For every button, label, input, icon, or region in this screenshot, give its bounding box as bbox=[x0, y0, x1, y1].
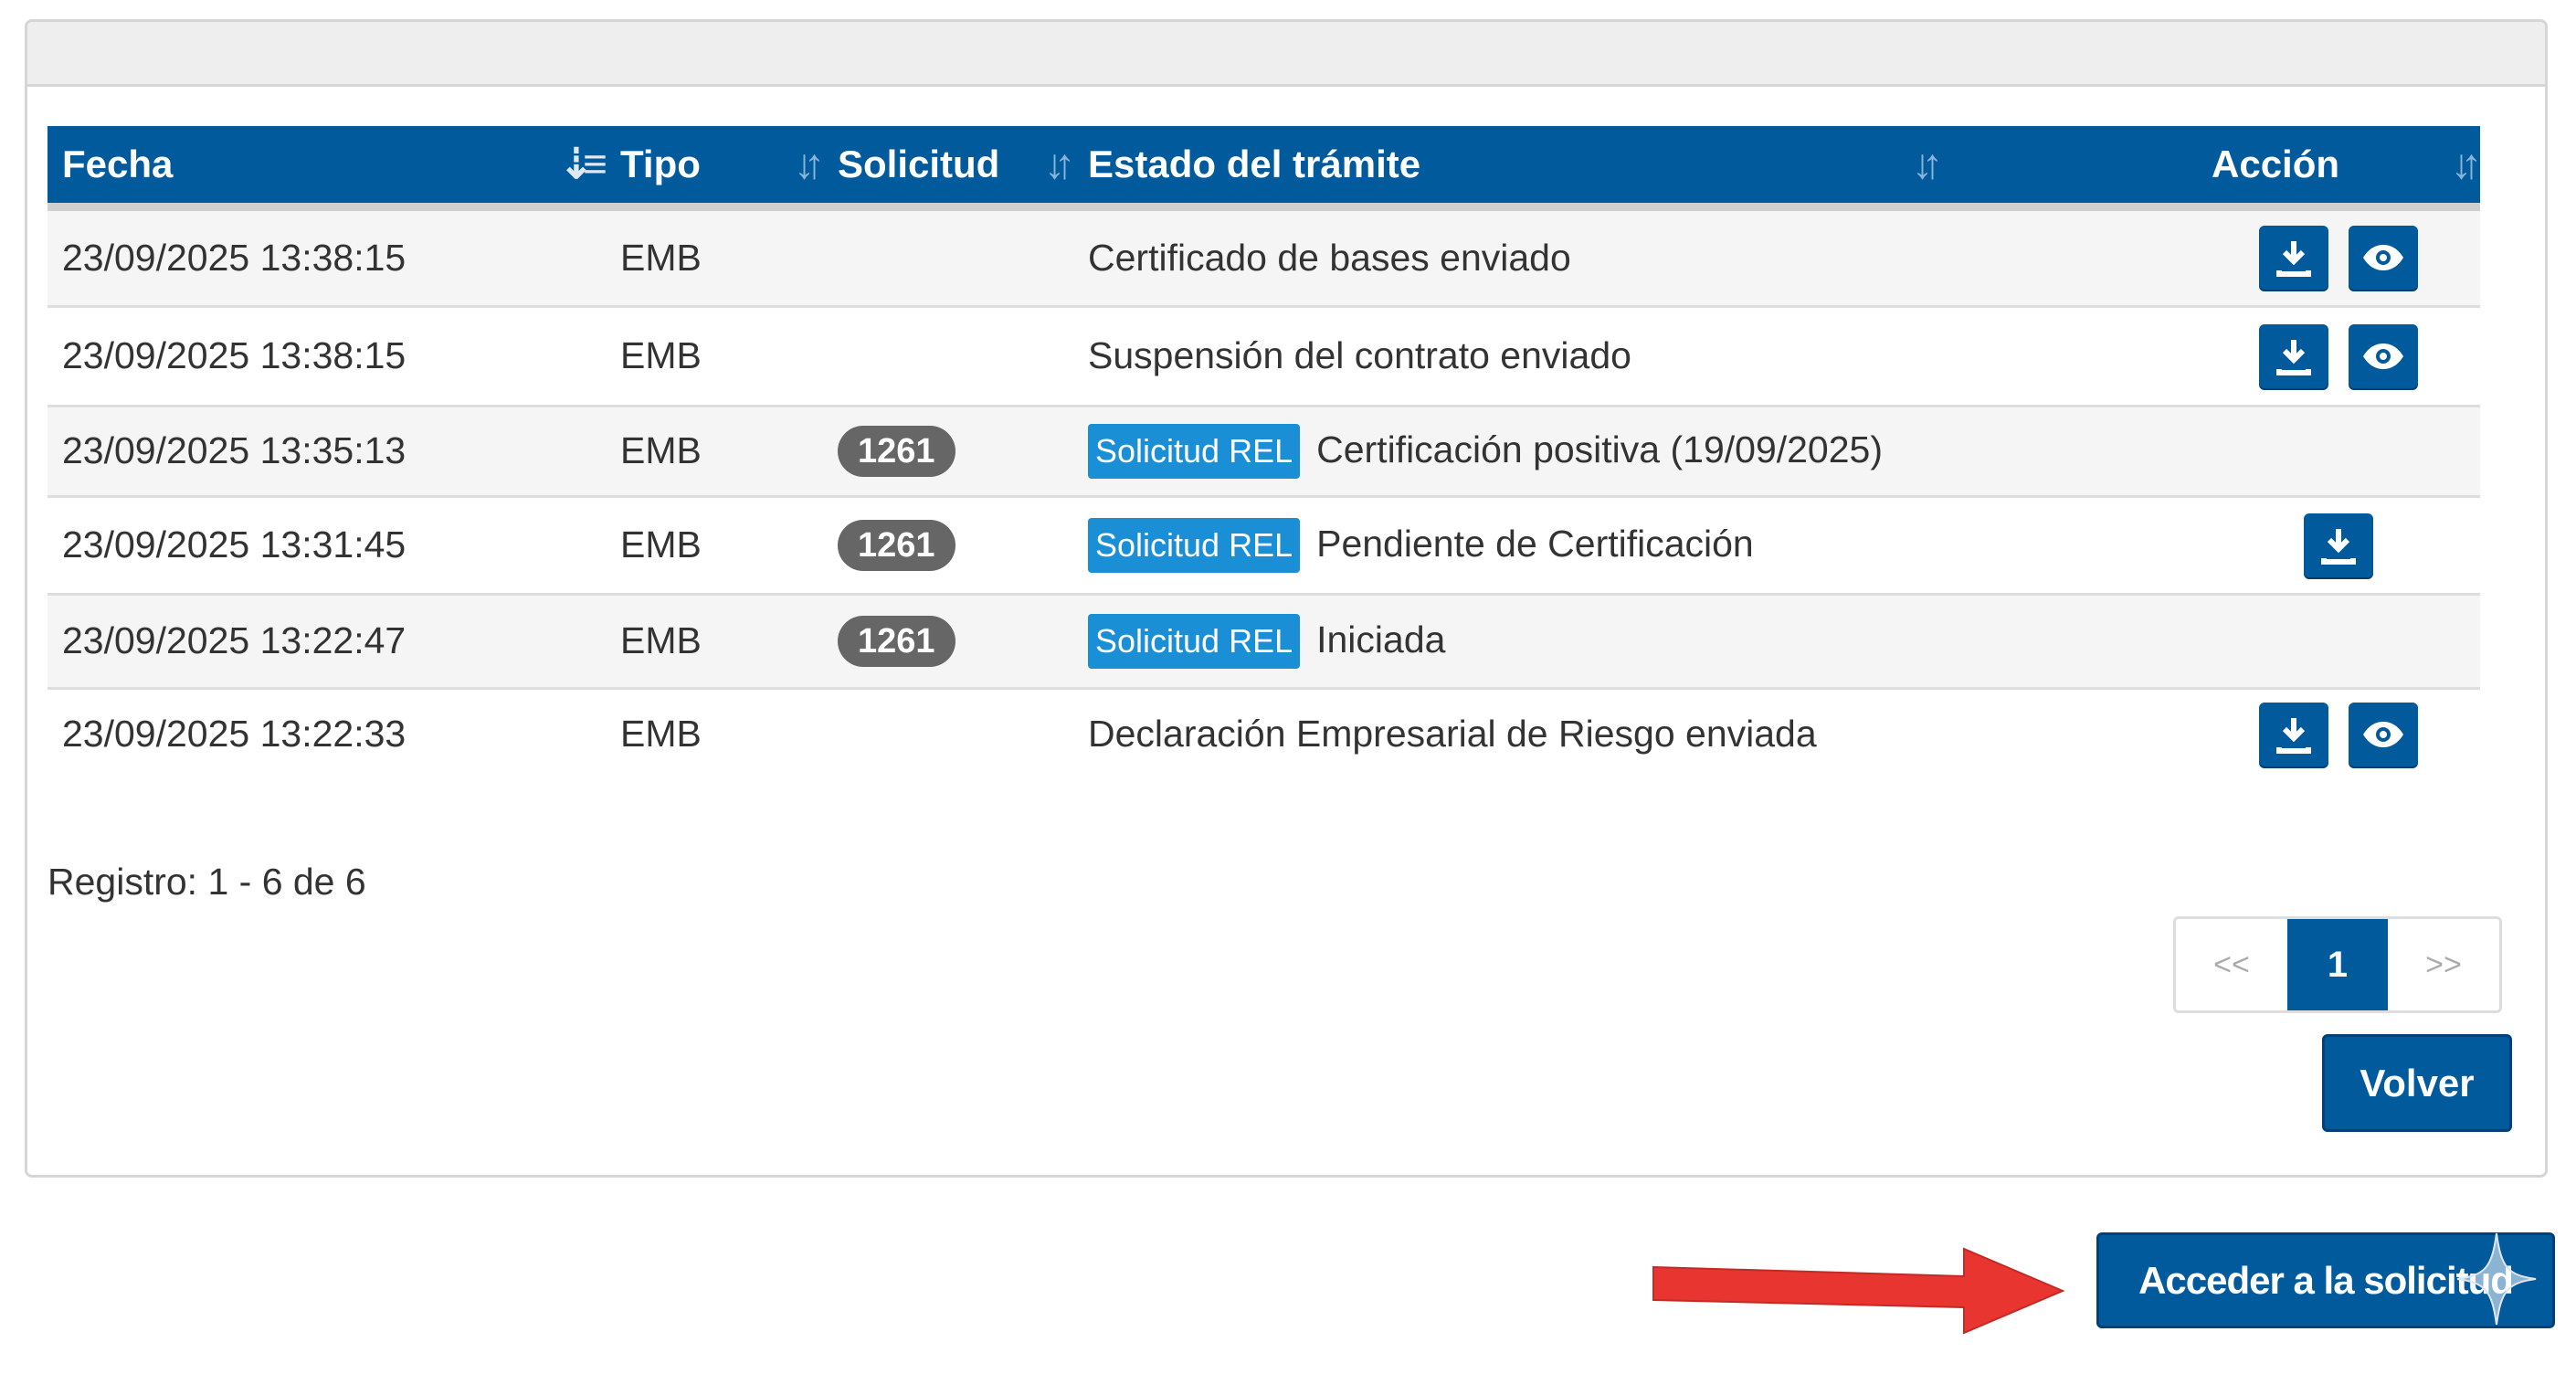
cell-tipo: EMB bbox=[606, 496, 823, 596]
download-button[interactable] bbox=[2259, 323, 2329, 388]
pagination-next[interactable]: >> bbox=[2388, 919, 2499, 1010]
sort-icon[interactable]: ↓↑ bbox=[794, 139, 825, 188]
red-arrow-annotation bbox=[1652, 1247, 2065, 1335]
sort-desc-icon[interactable]: ⇣≡ bbox=[559, 139, 608, 188]
record-count-text: Registro: 1 - 6 de 6 bbox=[48, 861, 366, 903]
table-row: 23/09/2025 13:38:15 EMB Certificado de b… bbox=[48, 206, 2480, 308]
estado-text: Iniciada bbox=[1316, 618, 1446, 661]
table-row: 23/09/2025 13:31:45 EMB 1261 Solicitud R… bbox=[48, 496, 2480, 596]
cell-accion bbox=[2197, 406, 2480, 498]
cell-estado: Solicitud REL Pendiente de Certificación bbox=[1073, 496, 2197, 596]
solicitud-count-badge: 1261 bbox=[838, 615, 955, 667]
cell-solicitud: 1261 bbox=[823, 594, 1073, 690]
solicitud-rel-label: Solicitud REL bbox=[1088, 517, 1301, 573]
download-icon bbox=[2276, 339, 2312, 375]
table-row: 23/09/2025 13:22:33 EMB Declaración Empr… bbox=[48, 688, 2480, 779]
cell-fecha: 23/09/2025 13:35:13 bbox=[48, 406, 606, 498]
cell-solicitud bbox=[823, 206, 1073, 308]
column-header-solicitud[interactable]: Solicitud ↓↑ bbox=[823, 126, 1075, 211]
estado-text: Pendiente de Certificación bbox=[1316, 522, 1754, 565]
panel-heading bbox=[27, 22, 2545, 87]
cell-fecha: 23/09/2025 13:22:47 bbox=[48, 594, 606, 690]
cell-accion bbox=[2197, 206, 2480, 308]
view-button[interactable] bbox=[2348, 323, 2418, 388]
solicitud-rel-label: Solicitud REL bbox=[1088, 613, 1301, 669]
download-button[interactable] bbox=[2259, 226, 2329, 290]
eye-icon bbox=[2362, 721, 2403, 747]
cell-fecha: 23/09/2025 13:38:15 bbox=[48, 306, 606, 407]
cell-estado: Certificado de bases enviado bbox=[1073, 206, 2197, 308]
download-icon bbox=[2276, 241, 2312, 277]
cell-solicitud bbox=[823, 306, 1073, 407]
cell-accion bbox=[2197, 594, 2480, 690]
column-header-tipo[interactable]: Tipo ↓↑ bbox=[606, 126, 825, 211]
sparkle-icon bbox=[2456, 1232, 2537, 1326]
cell-tipo: EMB bbox=[606, 206, 823, 308]
pagination-page-current[interactable]: 1 bbox=[2287, 919, 2388, 1010]
solicitud-rel-label: Solicitud REL bbox=[1088, 423, 1301, 479]
cell-accion bbox=[2197, 688, 2480, 779]
cell-tipo: EMB bbox=[620, 713, 702, 756]
cell-accion bbox=[2197, 306, 2480, 407]
volver-button[interactable]: Volver bbox=[2322, 1034, 2512, 1132]
eye-icon bbox=[2362, 343, 2403, 369]
download-button[interactable] bbox=[2304, 513, 2373, 577]
sort-icon[interactable]: ↓↑ bbox=[2451, 139, 2482, 188]
cell-solicitud: 1261 bbox=[823, 406, 1073, 498]
estado-text: Certificación positiva (19/09/2025) bbox=[1316, 428, 1883, 470]
table-row: 23/09/2025 13:35:13 EMB 1261 Solicitud R… bbox=[48, 406, 2480, 498]
cell-tipo: EMB bbox=[606, 306, 823, 407]
download-button[interactable] bbox=[2259, 702, 2329, 766]
solicitud-count-badge: 1261 bbox=[838, 425, 955, 477]
pagination-prev[interactable]: << bbox=[2176, 919, 2287, 1010]
cell-solicitud: 1261 bbox=[823, 496, 1073, 596]
eye-icon bbox=[2362, 245, 2403, 270]
cell-estado: Solicitud REL Certificación positiva (19/… bbox=[1073, 406, 2197, 498]
column-header-fecha[interactable]: Fecha ⇣≡ bbox=[48, 126, 608, 211]
cell-fecha: 23/09/2025 13:22:33 bbox=[62, 713, 406, 756]
download-icon bbox=[2276, 717, 2312, 754]
cell-tipo: EMB bbox=[606, 406, 823, 498]
view-button[interactable] bbox=[2348, 226, 2418, 290]
tramites-table: Fecha ⇣≡ Tipo ↓↑ Solicitud ↓↑ Estado del… bbox=[48, 126, 2482, 779]
sort-icon[interactable]: ↓↑ bbox=[1912, 139, 1943, 188]
cell-estado: Solicitud REL Iniciada bbox=[1073, 594, 2197, 690]
cell-estado: Declaración Empresarial de Riesgo enviad… bbox=[1088, 713, 1817, 756]
table-row: 23/09/2025 13:22:47 EMB 1261 Solicitud R… bbox=[48, 594, 2480, 690]
table-header-row: Fecha ⇣≡ Tipo ↓↑ Solicitud ↓↑ Estado del… bbox=[48, 126, 2482, 211]
cell-solicitud bbox=[823, 688, 1073, 779]
pagination: << 1 >> bbox=[2173, 916, 2502, 1013]
table-row: 23/09/2025 13:38:15 EMB Suspensión del c… bbox=[48, 306, 2480, 407]
column-header-accion[interactable]: Acción ↓↑ bbox=[2197, 126, 2482, 211]
sort-icon[interactable]: ↓↑ bbox=[1044, 139, 1075, 188]
cell-accion bbox=[2197, 496, 2480, 596]
column-header-estado[interactable]: Estado del trámite ↓↑ bbox=[1073, 126, 2197, 211]
cell-fecha: 23/09/2025 13:31:45 bbox=[48, 496, 606, 596]
view-button[interactable] bbox=[2348, 702, 2418, 766]
solicitud-count-badge: 1261 bbox=[838, 519, 955, 571]
download-icon bbox=[2321, 528, 2356, 565]
cell-fecha: 23/09/2025 13:38:15 bbox=[48, 206, 606, 308]
cell-estado: Suspensión del contrato enviado bbox=[1073, 306, 2197, 407]
cell-tipo: EMB bbox=[606, 594, 823, 690]
